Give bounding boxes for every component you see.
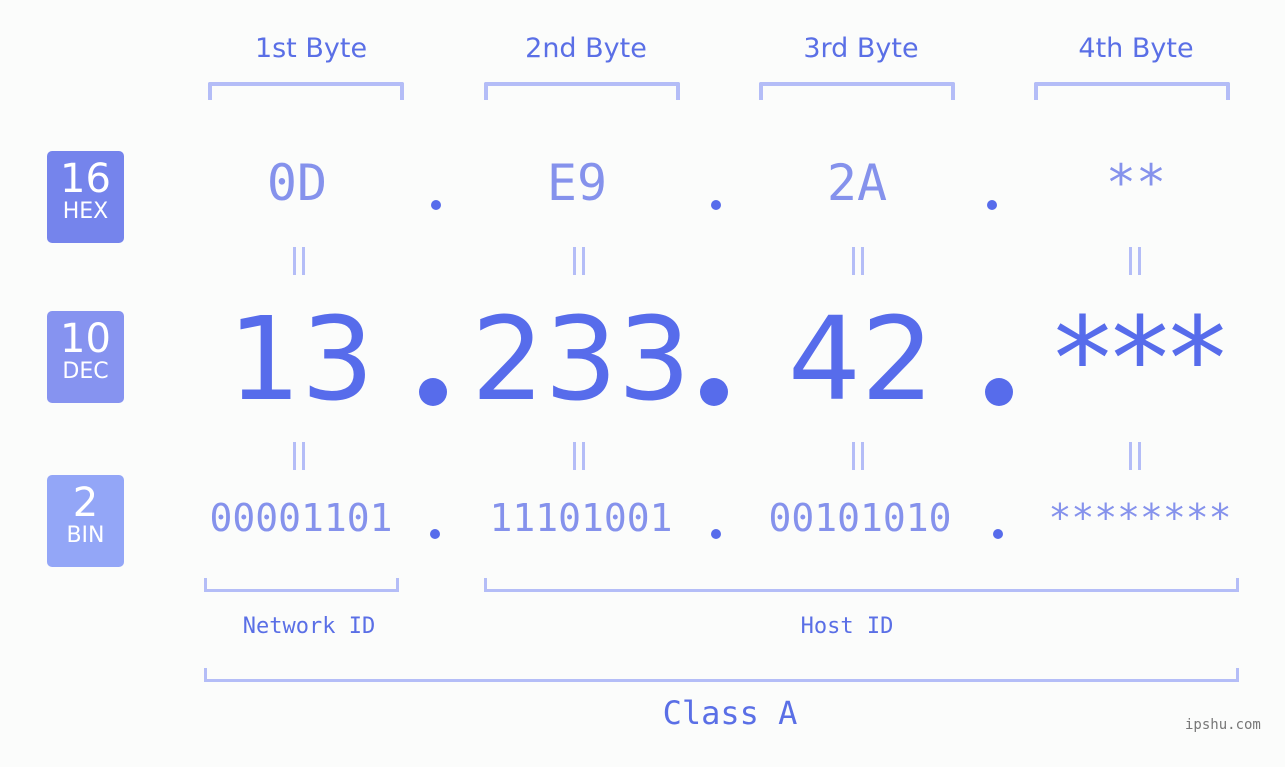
byte-label-4: 4th Byte xyxy=(1078,33,1194,64)
equals-icon xyxy=(1129,442,1143,470)
dec-value-1: 13 xyxy=(227,293,375,427)
class-label: Class A xyxy=(662,694,798,732)
network-id-bracket xyxy=(204,578,399,592)
byte-label-3: 3rd Byte xyxy=(803,33,919,64)
equals-icon xyxy=(293,442,307,470)
bin-dot-3 xyxy=(993,529,1003,539)
bin-dot-1 xyxy=(430,529,440,539)
byte-bracket-1 xyxy=(208,82,404,100)
byte-bracket-2 xyxy=(484,82,680,100)
dec-base: 10 xyxy=(60,316,111,362)
hex-value-1: 0D xyxy=(266,154,328,212)
dec-dot-2 xyxy=(700,378,728,406)
hex-value-2: E9 xyxy=(546,154,608,212)
host-id-bracket xyxy=(484,578,1239,592)
bin-label: BIN xyxy=(66,523,105,548)
hex-value-4: ** xyxy=(1105,154,1167,212)
dec-value-4: *** xyxy=(1053,293,1227,427)
hex-dot-2 xyxy=(711,200,721,210)
bin-value-4: ******** xyxy=(1048,496,1232,540)
equals-icon xyxy=(852,442,866,470)
dec-dot-1 xyxy=(419,378,447,406)
equals-icon xyxy=(852,247,866,275)
equals-icon xyxy=(573,247,587,275)
class-bracket xyxy=(204,668,1239,682)
bin-base: 2 xyxy=(72,480,99,526)
bin-value-2: 11101001 xyxy=(489,496,673,540)
byte-bracket-4 xyxy=(1034,82,1230,100)
hex-label: HEX xyxy=(62,199,109,224)
equals-icon xyxy=(573,442,587,470)
byte-bracket-3 xyxy=(759,82,955,100)
host-id-label: Host ID xyxy=(800,614,894,639)
bin-badge: 2 BIN xyxy=(47,475,124,567)
bin-value-1: 00001101 xyxy=(209,496,393,540)
bin-dot-2 xyxy=(711,529,721,539)
hex-dot-3 xyxy=(987,200,997,210)
dec-badge: 10 DEC xyxy=(47,311,124,403)
watermark: ipshu.com xyxy=(1185,717,1261,733)
dec-label: DEC xyxy=(62,359,109,384)
bin-value-3: 00101010 xyxy=(768,496,952,540)
byte-label-2: 2nd Byte xyxy=(525,33,647,64)
dec-value-2: 233 xyxy=(471,293,691,427)
hex-value-3: 2A xyxy=(826,154,888,212)
equals-icon xyxy=(1129,247,1143,275)
network-id-label: Network ID xyxy=(242,614,376,639)
dec-value-3: 42 xyxy=(787,293,935,427)
byte-label-1: 1st Byte xyxy=(254,33,368,64)
hex-badge: 16 HEX xyxy=(47,151,124,243)
dec-dot-3 xyxy=(985,378,1013,406)
hex-dot-1 xyxy=(431,200,441,210)
hex-base: 16 xyxy=(60,156,111,202)
equals-icon xyxy=(293,247,307,275)
